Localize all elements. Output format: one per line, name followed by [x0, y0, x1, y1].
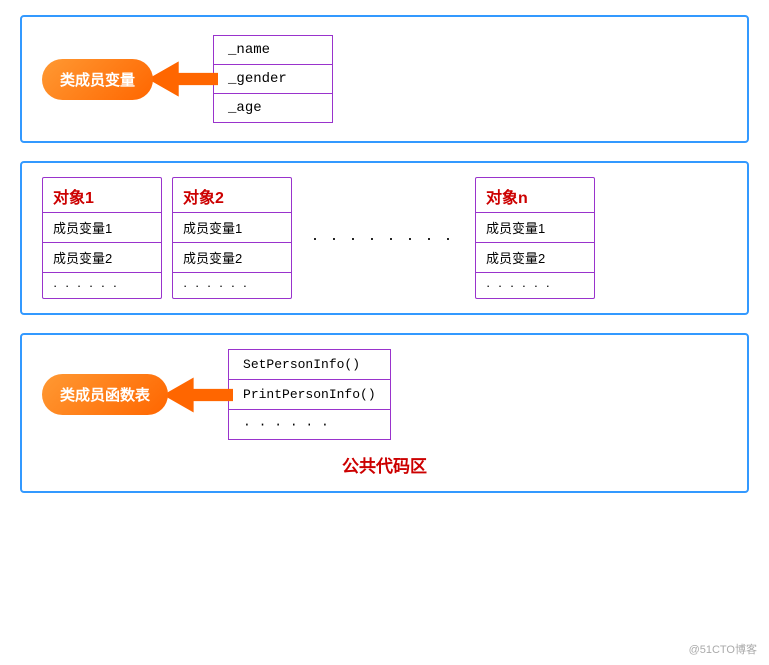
objects-ellipsis: · · · · · · · · [302, 208, 465, 269]
variables-table: _name _gender _age [213, 35, 333, 123]
object-1-member-1: 成员变量1 [43, 213, 161, 243]
object-2-members: 成员变量1 成员变量2 · · · · · · [173, 212, 291, 298]
object-1-box: 对象1 成员变量1 成员变量2 · · · · · · [42, 177, 162, 299]
arrow-icon [148, 54, 218, 104]
object-2-member-1: 成员变量1 [173, 213, 291, 243]
class-member-variables-pill: 类成员变量 [42, 59, 153, 100]
object-1-member-2: 成员变量2 [43, 243, 161, 273]
fn-print-person-info: PrintPersonInfo() [229, 380, 390, 410]
object-2-member-2: 成员变量2 [173, 243, 291, 273]
watermark: @51CTO博客 [689, 641, 757, 657]
object-n-dots: · · · · · · [476, 273, 594, 298]
middle-section: 对象1 成员变量1 成员变量2 · · · · · · 对象2 成员变量1 成员… [20, 161, 749, 315]
object-n-members: 成员变量1 成员变量2 · · · · · · [476, 212, 594, 298]
object-n-box: 对象n 成员变量1 成员变量2 · · · · · · [475, 177, 595, 299]
object-1-dots: · · · · · · [43, 273, 161, 298]
bottom-arrow-icon [163, 370, 233, 420]
bottom-top-row: 类成员函数表 SetPersonInfo() PrintPersonInfo()… [42, 349, 727, 440]
top-section: 类成员变量 _name _gender _age [20, 15, 749, 143]
object-n-member-2: 成员变量2 [476, 243, 594, 273]
fn-dots: · · · · · · [229, 410, 390, 439]
var-age: _age [214, 94, 332, 122]
object-2-title: 对象2 [173, 178, 291, 212]
object-2-dots: · · · · · · [173, 273, 291, 298]
object-n-title: 对象n [476, 178, 594, 212]
object-n-member-1: 成员变量1 [476, 213, 594, 243]
object-2-box: 对象2 成员变量1 成员变量2 · · · · · · [172, 177, 292, 299]
functions-table: SetPersonInfo() PrintPersonInfo() · · · … [228, 349, 391, 440]
var-gender: _gender [214, 65, 332, 94]
main-container: 类成员变量 _name _gender _age 对象1 成员变量1 成员变量2… [0, 0, 769, 665]
fn-set-person-info: SetPersonInfo() [229, 350, 390, 380]
public-code-label: 公共代码区 [42, 452, 727, 477]
object-1-title: 对象1 [43, 178, 161, 212]
class-member-functions-pill: 类成员函数表 [42, 374, 168, 415]
object-1-members: 成员变量1 成员变量2 · · · · · · [43, 212, 161, 298]
bottom-section: 类成员函数表 SetPersonInfo() PrintPersonInfo()… [20, 333, 749, 493]
var-name: _name [214, 36, 332, 65]
